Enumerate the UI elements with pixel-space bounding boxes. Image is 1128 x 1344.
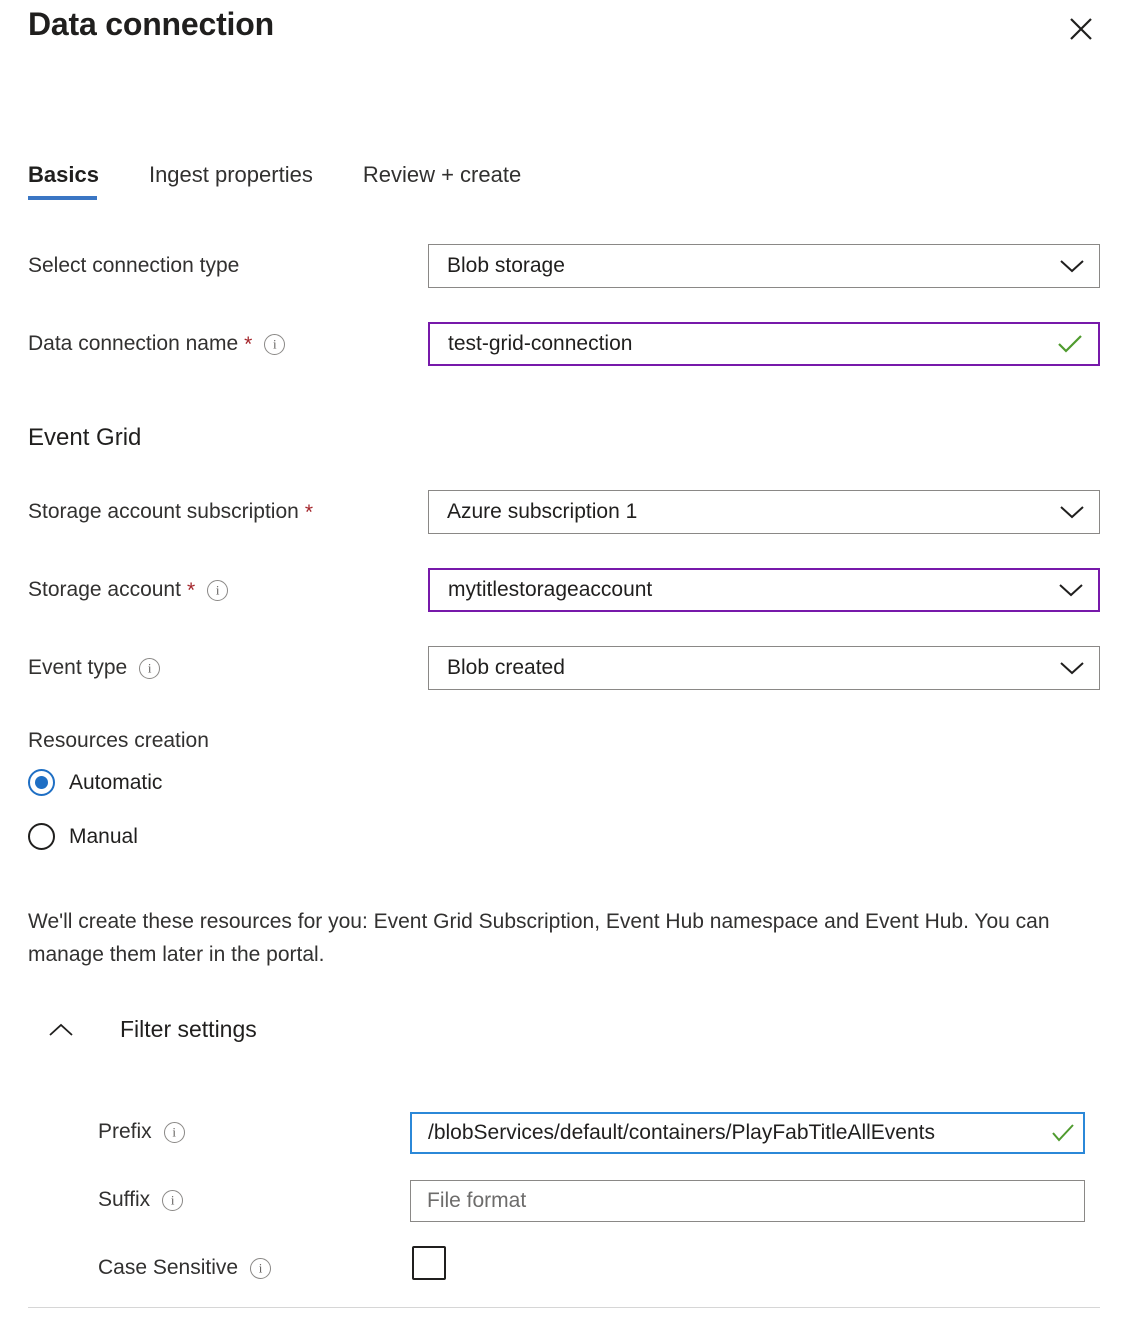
row-storage-account: Storage account * i mytitlestorageaccoun… (0, 568, 1128, 612)
case-sensitive-label: Case Sensitive i (98, 1256, 272, 1280)
storage-subscription-select[interactable]: Azure subscription 1 (428, 490, 1100, 534)
required-marker: * (186, 578, 196, 602)
connection-type-label-text: Select connection type (28, 254, 240, 277)
storage-account-label: Storage account * i (28, 578, 229, 602)
connection-type-value: Blob storage (447, 254, 565, 277)
event-type-label: Event type i (28, 656, 161, 680)
storage-subscription-label: Storage account subscription * (28, 500, 313, 524)
page-title: Data connection (28, 6, 274, 42)
case-sensitive-label-text: Case Sensitive (98, 1256, 239, 1279)
tab-list: Basics Ingest properties Review + create (28, 162, 521, 200)
radio-automatic-label: Automatic (69, 770, 163, 794)
filter-settings-title: Filter settings (120, 1016, 257, 1042)
radio-manual-label: Manual (69, 824, 138, 848)
tab-review-create[interactable]: Review + create (363, 162, 521, 200)
radio-manual[interactable]: Manual (28, 823, 138, 850)
prefix-input[interactable]: /blobServices/default/containers/PlayFab… (410, 1112, 1085, 1154)
connection-name-value: test-grid-connection (448, 332, 633, 355)
suffix-input[interactable]: File format (410, 1180, 1085, 1222)
chevron-down-icon (1060, 506, 1084, 519)
case-sensitive-checkbox[interactable] (412, 1246, 446, 1280)
tab-basics-label: Basics (28, 162, 99, 187)
storage-subscription-label-text: Storage account subscription (28, 500, 299, 523)
suffix-label-text: Suffix (98, 1188, 151, 1211)
row-storage-subscription: Storage account subscription * Azure sub… (0, 490, 1128, 534)
filter-settings-toggle[interactable]: Filter settings (44, 1016, 257, 1043)
suffix-placeholder: File format (427, 1189, 527, 1212)
connection-type-select[interactable]: Blob storage (428, 244, 1100, 288)
info-icon[interactable]: i (207, 579, 229, 601)
event-type-value: Blob created (447, 656, 565, 679)
resources-description: We'll create these resources for you: Ev… (28, 910, 1050, 966)
chevron-up-icon (44, 1021, 78, 1039)
required-marker: * (244, 332, 253, 356)
storage-account-label-text: Storage account (28, 578, 181, 601)
close-icon[interactable] (1064, 12, 1098, 46)
row-event-type: Event type i Blob created (0, 646, 1128, 690)
required-marker: * (304, 500, 314, 524)
check-valid-icon (1052, 1124, 1074, 1142)
panel-header: Data connection (0, 0, 1128, 64)
storage-account-select[interactable]: mytitlestorageaccount (428, 568, 1100, 612)
tab-ingest-properties-label: Ingest properties (148, 162, 313, 187)
tab-basics[interactable]: Basics (28, 162, 99, 200)
storage-account-value: mytitlestorageaccount (448, 578, 653, 601)
connection-type-label: Select connection type (28, 254, 239, 278)
info-icon[interactable]: i (162, 1189, 184, 1211)
check-valid-icon (1058, 335, 1082, 353)
resources-creation-label: Resources creation (28, 729, 209, 752)
chevron-down-icon (1060, 662, 1084, 675)
row-connection-type: Select connection type Blob storage (0, 244, 1128, 288)
connection-name-label-text: Data connection name (28, 332, 239, 355)
section-title-event-grid: Event Grid (28, 424, 142, 451)
info-icon[interactable]: i (264, 333, 286, 355)
row-connection-name: Data connection name * i test-grid-conne… (0, 322, 1128, 366)
info-icon[interactable]: i (250, 1257, 272, 1279)
storage-subscription-value: Azure subscription 1 (447, 500, 638, 523)
prefix-value: /blobServices/default/containers/PlayFab… (428, 1121, 935, 1144)
event-type-select[interactable]: Blob created (428, 646, 1100, 690)
radio-automatic[interactable]: Automatic (28, 769, 162, 796)
info-icon[interactable]: i (139, 657, 161, 679)
connection-name-input[interactable]: test-grid-connection (428, 322, 1100, 366)
suffix-label: Suffix i (98, 1188, 184, 1212)
tab-review-create-label: Review + create (362, 162, 522, 187)
tab-ingest-properties[interactable]: Ingest properties (149, 162, 313, 200)
chevron-down-icon (1059, 584, 1083, 597)
chevron-down-icon (1060, 260, 1084, 273)
info-icon[interactable]: i (163, 1121, 185, 1143)
event-type-label-text: Event type (28, 656, 128, 679)
prefix-label: Prefix i (98, 1120, 185, 1144)
radio-manual-indicator[interactable] (28, 823, 55, 850)
prefix-label-text: Prefix (98, 1120, 152, 1143)
radio-automatic-indicator[interactable] (28, 769, 55, 796)
footer-divider (28, 1307, 1100, 1308)
connection-name-label: Data connection name * i (28, 332, 286, 356)
